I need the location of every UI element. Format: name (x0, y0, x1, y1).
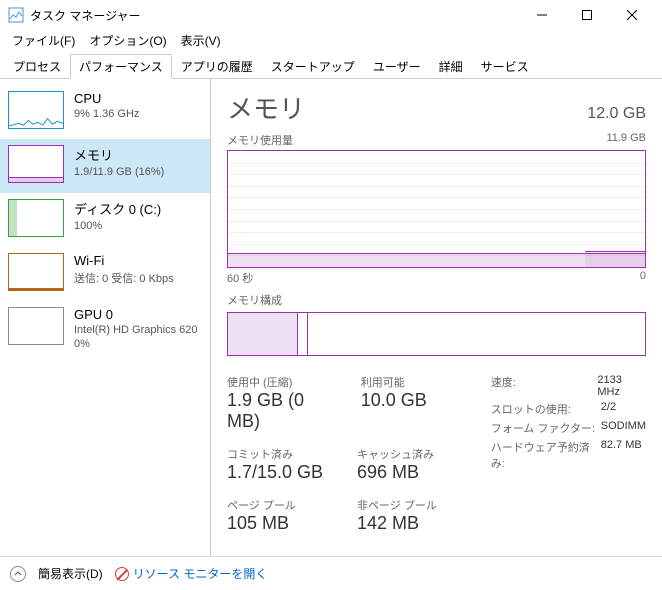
memory-sub: 1.9/11.9 GB (16%) (74, 166, 164, 178)
cpu-thumbnail (8, 91, 64, 129)
sidebar-item-wifi[interactable]: Wi-Fi 送信: 0 受信: 0 Kbps (0, 247, 210, 301)
gpu-sub2: 0% (74, 338, 198, 350)
sidebar-item-cpu[interactable]: CPU 9% 1.36 GHz (0, 85, 210, 139)
wifi-thumbnail (8, 253, 64, 291)
resource-monitor-icon (115, 567, 129, 581)
paged-value: 105 MB (227, 513, 327, 534)
tab-strip: プロセス パフォーマンス アプリの履歴 スタートアップ ユーザー 詳細 サービス (0, 52, 662, 79)
sidebar-item-gpu[interactable]: GPU 0 Intel(R) HD Graphics 620 0% (0, 301, 210, 360)
stats-block: 使用中 (圧縮) 1.9 GB (0 MB) 利用可能 10.0 GB コミット… (227, 374, 646, 534)
window-controls (519, 0, 654, 30)
available-label: 利用可能 (361, 374, 461, 390)
sidebar-item-disk[interactable]: ディスク 0 (C:) 100% (0, 193, 210, 247)
footer: 簡易表示(D) リソース モニターを開く (0, 556, 662, 590)
menu-view[interactable]: 表示(V) (175, 30, 227, 50)
form-value: SODIMM (601, 420, 646, 436)
x-axis-left: 60 秒 (227, 270, 253, 286)
content: CPU 9% 1.36 GHz メモリ 1.9/11.9 GB (16%) ディ… (0, 79, 662, 556)
gpu-thumbnail (8, 307, 64, 345)
committed-label: コミット済み (227, 446, 327, 462)
menu-file[interactable]: ファイル(F) (6, 30, 81, 50)
cached-label: キャッシュ済み (357, 446, 457, 462)
disk-title: ディスク 0 (C:) (74, 199, 161, 218)
minimize-button[interactable] (519, 0, 564, 30)
gpu-sub1: Intel(R) HD Graphics 620 (74, 324, 198, 336)
menu-options[interactable]: オプション(O) (83, 30, 172, 50)
speed-value: 2133 MHz (597, 374, 646, 398)
sidebar: CPU 9% 1.36 GHz メモリ 1.9/11.9 GB (16%) ディ… (0, 79, 211, 556)
memory-total: 12.0 GB (587, 105, 646, 123)
fewer-details-button[interactable]: 簡易表示(D) (38, 565, 103, 582)
disk-thumbnail (8, 199, 64, 237)
disk-sub: 100% (74, 220, 161, 232)
memory-composition-chart (227, 312, 646, 356)
paged-label: ページ プール (227, 497, 327, 513)
slots-label: スロットの使用: (491, 401, 601, 417)
nonpaged-label: 非ページ プール (357, 497, 457, 513)
wifi-sub: 送信: 0 受信: 0 Kbps (74, 270, 174, 286)
available-value: 10.0 GB (361, 390, 461, 411)
window-title: タスク マネージャー (30, 7, 519, 24)
composition-label: メモリ構成 (227, 292, 282, 308)
tab-performance[interactable]: パフォーマンス (70, 54, 172, 79)
tab-processes[interactable]: プロセス (4, 54, 70, 79)
wifi-title: Wi-Fi (74, 253, 174, 268)
cached-value: 696 MB (357, 462, 457, 483)
committed-value: 1.7/15.0 GB (227, 462, 327, 483)
cpu-sub: 9% 1.36 GHz (74, 108, 139, 120)
menubar: ファイル(F) オプション(O) 表示(V) (0, 30, 662, 50)
titlebar: タスク マネージャー (0, 0, 662, 30)
main-pane: メモリ 12.0 GB メモリ使用量 11.9 GB 60 秒 0 メモリ構成 (211, 79, 662, 556)
maximize-button[interactable] (564, 0, 609, 30)
tab-users[interactable]: ユーザー (364, 54, 430, 79)
usage-chart-max: 11.9 GB (606, 132, 646, 148)
open-resource-monitor-link[interactable]: リソース モニターを開く (115, 565, 268, 582)
tab-details[interactable]: 詳細 (430, 54, 472, 79)
memory-usage-chart (227, 150, 646, 268)
memory-title: メモリ (74, 145, 164, 164)
tab-services[interactable]: サービス (472, 54, 538, 79)
form-label: フォーム ファクター: (491, 420, 601, 436)
page-title: メモリ (227, 89, 305, 126)
chevron-up-icon[interactable] (10, 566, 26, 582)
in-use-label: 使用中 (圧縮) (227, 374, 331, 390)
speed-label: 速度: (491, 374, 598, 398)
hw-reserved-value: 82.7 MB (601, 439, 642, 471)
hw-reserved-label: ハードウェア予約済み: (491, 439, 601, 471)
in-use-value: 1.9 GB (0 MB) (227, 390, 331, 432)
nonpaged-value: 142 MB (357, 513, 457, 534)
gpu-title: GPU 0 (74, 307, 198, 322)
tab-startup[interactable]: スタートアップ (262, 54, 364, 79)
sidebar-item-memory[interactable]: メモリ 1.9/11.9 GB (16%) (0, 139, 210, 193)
resource-monitor-label: リソース モニターを開く (133, 565, 268, 582)
memory-thumbnail (8, 145, 64, 183)
cpu-title: CPU (74, 91, 139, 106)
tab-app-history[interactable]: アプリの履歴 (172, 54, 262, 79)
app-icon (8, 7, 24, 23)
usage-chart-label: メモリ使用量 (227, 132, 293, 148)
close-button[interactable] (609, 0, 654, 30)
slots-value: 2/2 (601, 401, 616, 417)
x-axis-right: 0 (640, 270, 646, 286)
